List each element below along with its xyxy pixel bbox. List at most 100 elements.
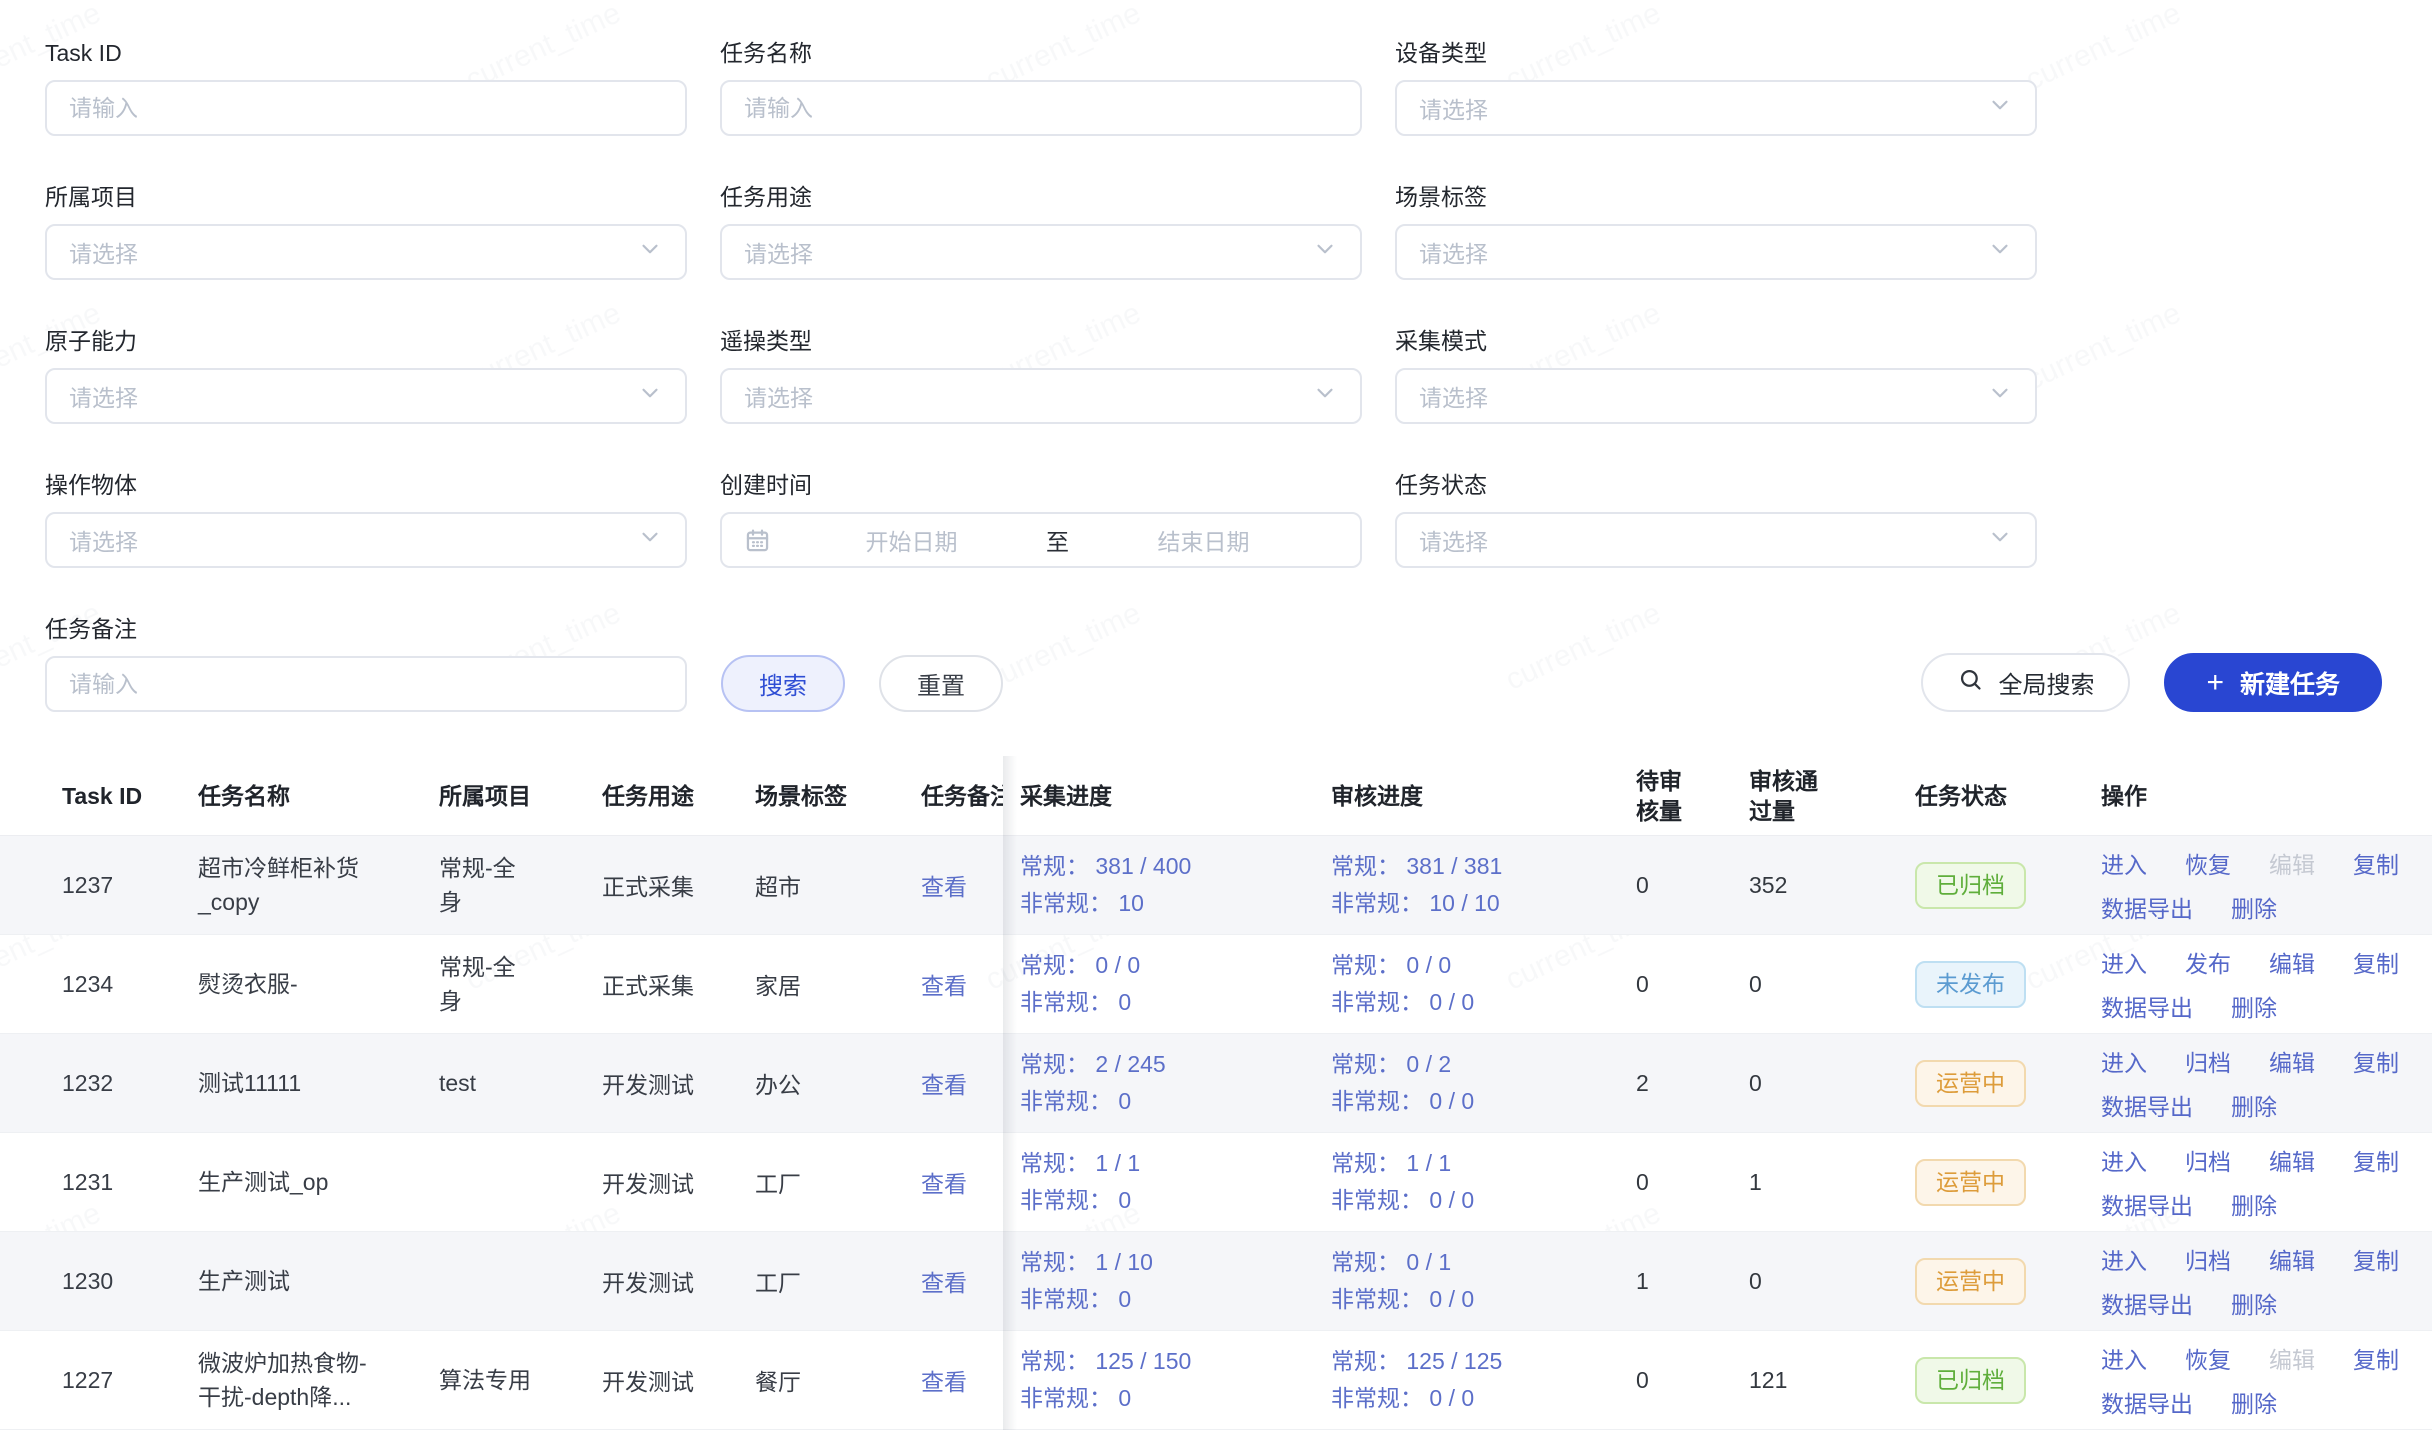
filter-grid: Task ID任务名称设备类型请选择所属项目请选择任务用途请选择场景标签请选择原… xyxy=(45,40,2382,568)
search-button[interactable]: 搜索 xyxy=(721,655,845,712)
op-link[interactable]: 数据导出 xyxy=(2101,890,2193,924)
remark-view-link[interactable]: 查看 xyxy=(921,1369,967,1395)
op-link[interactable]: 删除 xyxy=(2231,890,2277,924)
chevron-down-icon xyxy=(1987,92,2013,124)
op-link[interactable]: 归档 xyxy=(2185,1242,2231,1276)
filter-select[interactable]: 请选择 xyxy=(1395,224,2037,280)
progress-line: 非常规： 0 xyxy=(1020,1281,1321,1318)
table-row: 1232测试11111test开发测试办公查看常规： 2 / 245非常规： 0… xyxy=(0,1034,2432,1133)
cell-passed-count: 0 xyxy=(1749,1070,1915,1097)
op-link[interactable]: 归档 xyxy=(2185,1143,2231,1177)
op-link[interactable]: 数据导出 xyxy=(2101,1088,2193,1122)
progress-line: 常规： 2 / 245 xyxy=(1020,1046,1321,1083)
cell-purpose: 开发测试 xyxy=(602,1264,755,1298)
op-link[interactable]: 数据导出 xyxy=(2101,1286,2193,1320)
op-link[interactable]: 编辑 xyxy=(2269,945,2315,979)
filter-select[interactable]: 请选择 xyxy=(720,224,1362,280)
op-link[interactable]: 删除 xyxy=(2231,1286,2277,1320)
op-link[interactable]: 进入 xyxy=(2101,945,2147,979)
ops-line: 数据导出 删除 xyxy=(2101,1187,2422,1221)
col-header-project: 所属项目 xyxy=(439,781,602,811)
op-link[interactable]: 发布 xyxy=(2185,945,2231,979)
op-link[interactable]: 复制 xyxy=(2353,1143,2399,1177)
cell-review-progress: 常规： 381 / 381非常规： 10 / 10 xyxy=(1331,848,1636,922)
op-link[interactable]: 恢复 xyxy=(2185,1341,2231,1375)
op-link[interactable]: 复制 xyxy=(2353,1341,2399,1375)
cell-ops: 进入 归档 编辑 复制数据导出 删除 xyxy=(2101,1242,2432,1320)
filter-bottom-row: 任务备注 搜索 重置 全局搜索 + 新建任务 xyxy=(45,616,2382,712)
filter-select[interactable]: 请选择 xyxy=(45,512,687,568)
filter-label: 任务用途 xyxy=(720,184,1362,210)
op-link[interactable]: 数据导出 xyxy=(2101,989,2193,1023)
filter-label: 创建时间 xyxy=(720,472,1362,498)
reset-button[interactable]: 重置 xyxy=(879,655,1003,712)
op-link[interactable]: 编辑 xyxy=(2269,1242,2315,1276)
global-search-button[interactable]: 全局搜索 xyxy=(1921,653,2130,712)
cell-review-progress: 常规： 0 / 0非常规： 0 / 0 xyxy=(1331,947,1636,1021)
remark-view-link[interactable]: 查看 xyxy=(921,973,967,999)
new-task-label: 新建任务 xyxy=(2240,665,2340,701)
filter-field: 原子能力请选择 xyxy=(45,328,687,424)
op-link[interactable]: 删除 xyxy=(2231,1088,2277,1122)
ops-line: 数据导出 删除 xyxy=(2101,1385,2422,1419)
cell-passed-count: 0 xyxy=(1749,971,1915,998)
filter-select[interactable]: 请选择 xyxy=(1395,80,2037,136)
ops-line: 进入 发布 编辑 复制 xyxy=(2101,945,2422,979)
remark-view-link[interactable]: 查看 xyxy=(921,1270,967,1296)
op-link[interactable]: 归档 xyxy=(2185,1044,2231,1078)
op-link[interactable]: 编辑 xyxy=(2269,1044,2315,1078)
op-link[interactable]: 编辑 xyxy=(2269,1341,2315,1375)
op-link[interactable]: 进入 xyxy=(2101,1143,2147,1177)
progress-line: 常规： 0 / 0 xyxy=(1331,947,1626,984)
cell-collect-progress: 常规： 1 / 10非常规： 0 xyxy=(1020,1244,1331,1318)
op-link[interactable]: 进入 xyxy=(2101,1242,2147,1276)
filter-select[interactable]: 请选择 xyxy=(1395,512,2037,568)
date-range-input[interactable]: 开始日期至结束日期 xyxy=(720,512,1362,568)
op-link[interactable]: 删除 xyxy=(2231,1187,2277,1221)
cell-remark: 查看 xyxy=(921,868,1003,902)
op-link[interactable]: 进入 xyxy=(2101,1044,2147,1078)
table-body: 1237超市冷鲜柜补货_copy常规-全身正式采集超市查看常规： 381 / 4… xyxy=(0,836,2432,1430)
op-link[interactable]: 进入 xyxy=(2101,1341,2147,1375)
filter-text-input[interactable] xyxy=(720,80,1362,136)
filter-select[interactable]: 请选择 xyxy=(1395,368,2037,424)
op-link[interactable]: 数据导出 xyxy=(2101,1385,2193,1419)
plus-icon: + xyxy=(2206,668,2224,698)
filter-select[interactable]: 请选择 xyxy=(45,368,687,424)
filter-text-input[interactable] xyxy=(45,80,687,136)
filter-field: Task ID xyxy=(45,40,687,136)
filter-label: 任务名称 xyxy=(720,40,1362,66)
filter-text-input[interactable] xyxy=(45,656,687,712)
op-link[interactable]: 复制 xyxy=(2353,1242,2399,1276)
op-link[interactable]: 复制 xyxy=(2353,945,2399,979)
op-link[interactable]: 复制 xyxy=(2353,846,2399,880)
cell-task-name: 生产测试_op xyxy=(198,1165,439,1199)
cell-task-id: 1227 xyxy=(62,1367,198,1394)
filter-select[interactable]: 请选择 xyxy=(720,368,1362,424)
remark-view-link[interactable]: 查看 xyxy=(921,874,967,900)
col-header-scene: 场景标签 xyxy=(755,781,921,811)
filter-label: 所属项目 xyxy=(45,184,687,210)
cell-task-name: 生产测试 xyxy=(198,1264,439,1298)
remark-view-link[interactable]: 查看 xyxy=(921,1072,967,1098)
op-link[interactable]: 数据导出 xyxy=(2101,1187,2193,1221)
op-link[interactable]: 编辑 xyxy=(2269,846,2315,880)
chevron-down-icon xyxy=(637,236,663,268)
cell-pending-count: 1 xyxy=(1636,1268,1749,1295)
op-link[interactable]: 复制 xyxy=(2353,1044,2399,1078)
progress-line: 常规： 125 / 125 xyxy=(1331,1343,1626,1380)
op-link[interactable]: 进入 xyxy=(2101,846,2147,880)
op-link[interactable]: 编辑 xyxy=(2269,1143,2315,1177)
table-row: 1234熨烫衣服-常规-全身正式采集家居查看常规： 0 / 0非常规： 0常规：… xyxy=(0,935,2432,1034)
select-placeholder: 请选择 xyxy=(744,235,813,269)
filter-select[interactable]: 请选择 xyxy=(45,224,687,280)
op-link[interactable]: 删除 xyxy=(2231,1385,2277,1419)
op-link[interactable]: 删除 xyxy=(2231,989,2277,1023)
filter-field: 所属项目请选择 xyxy=(45,184,687,280)
filter-field: 任务状态请选择 xyxy=(1395,472,2037,568)
progress-line: 常规： 381 / 381 xyxy=(1331,848,1626,885)
new-task-button[interactable]: + 新建任务 xyxy=(2164,653,2382,712)
remark-view-link[interactable]: 查看 xyxy=(921,1171,967,1197)
cell-collect-progress: 常规： 0 / 0非常规： 0 xyxy=(1020,947,1331,1021)
op-link[interactable]: 恢复 xyxy=(2185,846,2231,880)
